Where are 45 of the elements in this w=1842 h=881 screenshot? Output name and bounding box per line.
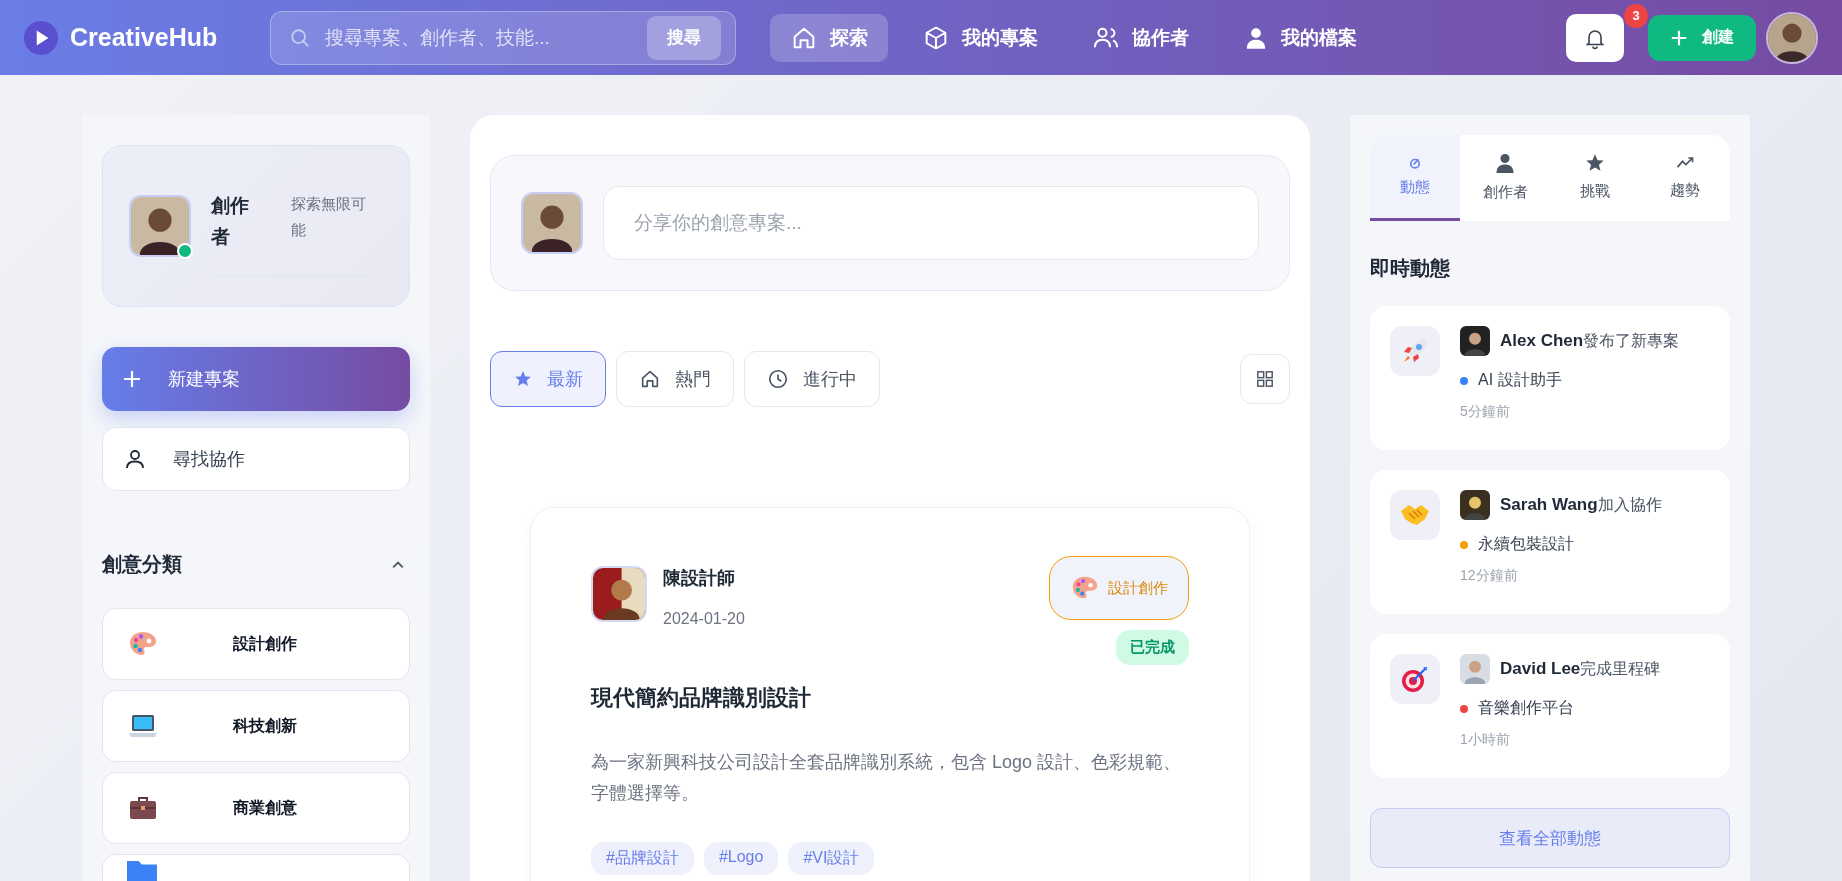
nav-tab[interactable]: 我的檔案 (1223, 13, 1377, 62)
category-label: 設計創作 (1108, 578, 1168, 598)
hashtag[interactable]: #VI設計 (788, 842, 875, 876)
activity-card[interactable]: David Lee完成里程碑 音樂創作平台 1小時前 (1370, 634, 1730, 778)
view-all-button[interactable]: 查看全部動態 (1370, 808, 1730, 868)
project-name: AI 設計助手 (1478, 370, 1562, 390)
timestamp: 1小時前 (1460, 731, 1511, 749)
activity-text: Sarah Wang加入協作 (1500, 494, 1662, 516)
category-label: 設計創作 (233, 633, 297, 654)
hashtag[interactable]: #品牌設計 (591, 842, 694, 876)
timestamp: 5分鐘前 (1460, 403, 1511, 421)
author-name: 陳設計師 (663, 567, 736, 590)
filter-tab[interactable]: 熱門 (616, 351, 734, 407)
project-title: 現代簡約品牌識別設計 (591, 684, 812, 712)
activity-text: Alex Chen發布了新專案 (1500, 330, 1680, 352)
new-project-button[interactable]: 新建專案 (102, 347, 410, 411)
post-input-field[interactable]: 分享你的創意專案... (603, 186, 1259, 260)
project-name: 音樂創作平台 (1478, 698, 1574, 718)
category-label: 科技創新 (233, 715, 297, 736)
logo-text: CreativeHub (70, 23, 218, 52)
category-item[interactable]: 商業創意 (102, 772, 410, 844)
activity-card[interactable]: Alex Chen發布了新專案 AI 設計助手 5分鐘前 (1370, 306, 1730, 450)
filter-tab[interactable]: 最新 (490, 351, 606, 407)
section-heading: 創意分類 (102, 552, 182, 577)
status-badge: 已完成 (1116, 630, 1189, 665)
notification-badge: 3 (1624, 3, 1648, 28)
profile-name: 創作者 (211, 194, 250, 249)
nav-tab[interactable]: 協作者 (1072, 13, 1209, 62)
nav-tab[interactable]: 我的專案 (902, 13, 1058, 62)
activity-card[interactable]: Sarah Wang加入協作 永續包裝設計 12分鐘前 (1370, 470, 1730, 614)
category-item[interactable]: 科技創新 (102, 690, 410, 762)
nav-tab[interactable]: 探索 (770, 13, 888, 62)
profile-tagline: 探索無限可能 (291, 194, 367, 241)
activity-text: David Lee完成里程碑 (1500, 658, 1661, 680)
find-collaboration-button[interactable]: 尋找協作 (102, 427, 410, 491)
timestamp: 12分鐘前 (1460, 567, 1519, 585)
category-item[interactable]: 設計創作 (102, 608, 410, 680)
filter-tab[interactable]: 進行中 (744, 351, 880, 407)
post-date: 2024-01-20 (663, 610, 745, 628)
panel-tab[interactable]: 動態 (1370, 135, 1460, 221)
project-description: 為一家新興科技公司設計全套品牌識別系統，包含 Logo 設計、色彩規範、字體選擇等。 (591, 751, 1183, 805)
section-heading: 即時動態 (1370, 256, 1451, 281)
project-name: 永續包裝設計 (1478, 534, 1574, 554)
hashtag[interactable]: #Logo (703, 842, 779, 876)
category-label: 商業創意 (233, 797, 297, 818)
